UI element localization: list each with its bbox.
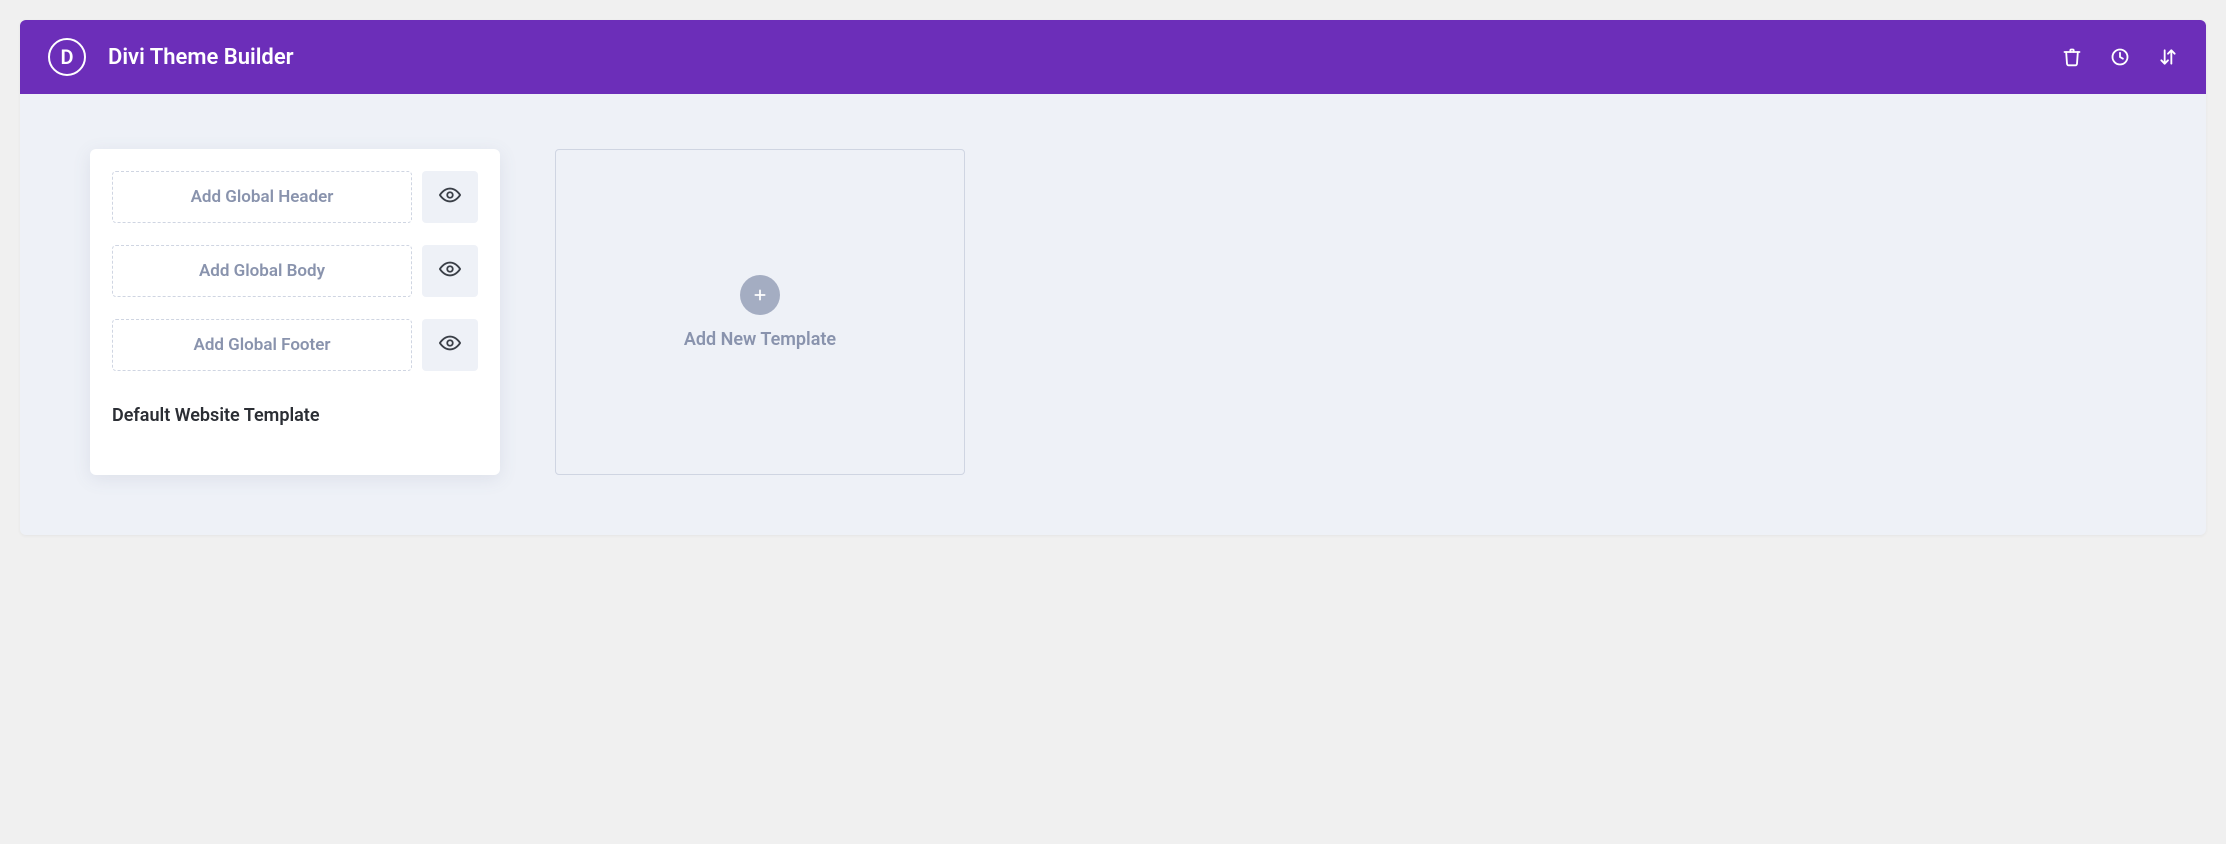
import-export-icon[interactable] [2158,47,2178,67]
divi-logo: D [48,38,86,76]
add-global-footer-button[interactable]: Add Global Footer [112,319,412,371]
history-icon[interactable] [2110,47,2130,67]
plus-icon [740,275,780,315]
header-actions [2062,47,2178,67]
eye-icon [439,332,461,358]
theme-builder-panel: D Divi Theme Builder Add Global Header [20,20,2206,535]
footer-slot-row: Add Global Footer [112,319,478,371]
eye-icon [439,184,461,210]
slot-label: Add Global Header [191,187,334,207]
trash-icon[interactable] [2062,47,2082,67]
body-slot-row: Add Global Body [112,245,478,297]
add-template-label: Add New Template [684,329,836,350]
footer-visibility-toggle[interactable] [422,319,478,371]
body-visibility-toggle[interactable] [422,245,478,297]
header-visibility-toggle[interactable] [422,171,478,223]
slot-label: Add Global Body [199,261,325,281]
add-new-template-button[interactable]: Add New Template [555,149,965,475]
default-template-card: Add Global Header Add Global Body [90,149,500,475]
builder-body: Add Global Header Add Global Body [20,94,2206,535]
header-slot-row: Add Global Header [112,171,478,223]
template-title: Default Website Template [112,405,478,426]
eye-icon [439,258,461,284]
add-global-header-button[interactable]: Add Global Header [112,171,412,223]
add-global-body-button[interactable]: Add Global Body [112,245,412,297]
header-bar: D Divi Theme Builder [20,20,2206,94]
logo-letter: D [60,45,73,69]
slot-label: Add Global Footer [193,335,330,355]
page-title: Divi Theme Builder [108,45,2062,70]
